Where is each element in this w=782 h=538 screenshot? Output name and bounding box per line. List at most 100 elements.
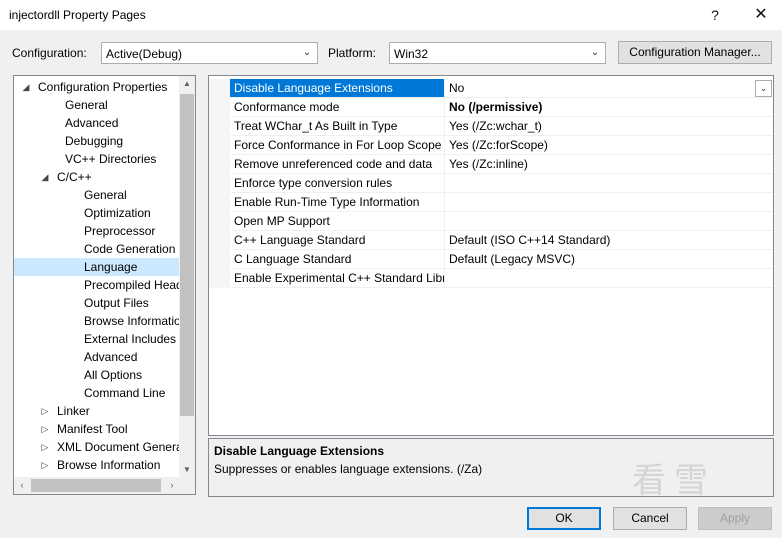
- row-gutter: [209, 231, 230, 250]
- property-value[interactable]: Yes (/Zc:forScope): [445, 136, 773, 155]
- tree-item[interactable]: General: [14, 96, 180, 114]
- tree-item-label: VC++ Directories: [65, 152, 157, 166]
- property-name[interactable]: Treat WChar_t As Built in Type: [230, 117, 445, 136]
- property-tree[interactable]: ◢ Configuration Properties General Advanced…: [13, 75, 196, 495]
- property-name[interactable]: Remove unreferenced code and data: [230, 155, 445, 174]
- apply-button[interactable]: Apply: [698, 507, 772, 530]
- title-bar: injectordll Property Pages ? ✕: [0, 0, 782, 30]
- property-value[interactable]: No: [445, 79, 773, 98]
- scroll-right-icon[interactable]: ›: [164, 477, 180, 494]
- property-row[interactable]: C Language Standard Default (Legacy MSVC): [209, 250, 773, 269]
- tree-item[interactable]: VC++ Directories: [14, 150, 180, 168]
- property-value[interactable]: [445, 193, 773, 212]
- property-value[interactable]: [445, 212, 773, 231]
- description-text: Suppresses or enables language extension…: [214, 462, 483, 476]
- tree-item[interactable]: Preprocessor: [14, 222, 180, 240]
- property-value[interactable]: Default (ISO C++14 Standard): [445, 231, 773, 250]
- property-name[interactable]: C Language Standard: [230, 250, 445, 269]
- scroll-left-icon[interactable]: ‹: [14, 477, 30, 494]
- tree-item[interactable]: ▷ Linker: [14, 402, 180, 420]
- row-gutter: [209, 98, 230, 117]
- tree-item[interactable]: External Includes: [14, 330, 180, 348]
- tree-item-label: Command Line: [84, 386, 166, 400]
- scroll-down-icon[interactable]: ▼: [179, 462, 195, 478]
- tree-item-label: Preprocessor: [84, 224, 156, 238]
- property-row[interactable]: Enable Experimental C++ Standard Libra: [209, 269, 773, 288]
- tree-item[interactable]: ▷ Manifest Tool: [14, 420, 180, 438]
- property-value[interactable]: Yes (/Zc:wchar_t): [445, 117, 773, 136]
- tree-item[interactable]: Advanced: [14, 114, 180, 132]
- tree-item[interactable]: All Options: [14, 366, 180, 384]
- close-icon[interactable]: ✕: [746, 3, 776, 27]
- help-icon[interactable]: ?: [700, 3, 730, 27]
- property-name[interactable]: Enforce type conversion rules: [230, 174, 445, 193]
- tree-item-label: General: [84, 188, 127, 202]
- platform-select[interactable]: Win32 ⌄: [389, 42, 606, 64]
- property-value[interactable]: [445, 174, 773, 193]
- tree-horizontal-scrollbar[interactable]: ‹ ›: [14, 477, 180, 494]
- property-name[interactable]: Enable Run-Time Type Information: [230, 193, 445, 212]
- chevron-down-icon[interactable]: ⌄: [755, 80, 772, 97]
- expanded-arrow-icon[interactable]: ◢: [20, 78, 32, 96]
- tree-item[interactable]: ▷ XML Document Genera: [14, 438, 183, 456]
- tree-item[interactable]: Command Line: [14, 384, 180, 402]
- property-row[interactable]: Disable Language Extensions No ⌄: [209, 79, 773, 98]
- tree-item[interactable]: Debugging: [14, 132, 180, 150]
- scroll-up-icon[interactable]: ▲: [179, 76, 195, 92]
- collapsed-arrow-icon[interactable]: ▷: [39, 438, 51, 456]
- tree-item[interactable]: Language: [14, 258, 180, 276]
- row-gutter: [209, 155, 230, 174]
- property-row[interactable]: Treat WChar_t As Built in Type Yes (/Zc:w…: [209, 117, 773, 136]
- property-value[interactable]: Yes (/Zc:inline): [445, 155, 773, 174]
- property-value[interactable]: [445, 269, 773, 288]
- tree-item-label: Advanced: [65, 116, 119, 130]
- tree-item[interactable]: Code Generation: [14, 240, 180, 258]
- configuration-select[interactable]: Active(Debug) ⌄: [101, 42, 318, 64]
- expanded-arrow-icon[interactable]: ◢: [39, 168, 51, 186]
- scroll-thumb[interactable]: [31, 479, 161, 492]
- ok-button[interactable]: OK: [527, 507, 601, 530]
- tree-item[interactable]: Optimization: [14, 204, 180, 222]
- tree-item[interactable]: Browse Information: [14, 312, 187, 330]
- collapsed-arrow-icon[interactable]: ▷: [39, 402, 51, 420]
- configuration-label: Configuration:: [12, 46, 87, 60]
- property-name[interactable]: Disable Language Extensions: [230, 79, 445, 98]
- tree-item[interactable]: General: [14, 186, 180, 204]
- configuration-manager-button[interactable]: Configuration Manager...: [618, 41, 772, 64]
- tree-item[interactable]: Precompiled Heade: [14, 276, 189, 294]
- property-value[interactable]: Default (Legacy MSVC): [445, 250, 773, 269]
- property-row[interactable]: Remove unreferenced code and data Yes (/Z…: [209, 155, 773, 174]
- tree-item[interactable]: ◢ C/C++: [14, 168, 180, 186]
- property-row[interactable]: Open MP Support: [209, 212, 773, 231]
- property-row[interactable]: Enable Run-Time Type Information: [209, 193, 773, 212]
- configuration-value: Active(Debug): [106, 47, 183, 61]
- scroll-corner: [179, 477, 195, 494]
- collapsed-arrow-icon[interactable]: ▷: [39, 456, 51, 474]
- property-name[interactable]: Enable Experimental C++ Standard Libra: [230, 269, 445, 288]
- tree-item-label: Precompiled Heade: [84, 278, 190, 292]
- property-name[interactable]: Force Conformance in For Loop Scope: [230, 136, 445, 155]
- tree-item-label: General: [65, 98, 108, 112]
- scroll-thumb[interactable]: [180, 94, 194, 416]
- property-row[interactable]: Enforce type conversion rules: [209, 174, 773, 193]
- tree-vertical-scrollbar[interactable]: ▲ ▼: [179, 76, 195, 478]
- property-name[interactable]: C++ Language Standard: [230, 231, 445, 250]
- cancel-button[interactable]: Cancel: [613, 507, 687, 530]
- row-gutter: [209, 79, 230, 98]
- tree-item[interactable]: ▷ Browse Information: [14, 456, 180, 474]
- tree-item-label: XML Document Genera: [57, 440, 183, 454]
- property-value[interactable]: No (/permissive): [445, 98, 773, 117]
- property-row[interactable]: Conformance mode No (/permissive): [209, 98, 773, 117]
- row-gutter: [209, 117, 230, 136]
- property-row[interactable]: Force Conformance in For Loop Scope Yes (…: [209, 136, 773, 155]
- tree-item[interactable]: Advanced: [14, 348, 180, 366]
- tree-item[interactable]: ◢ Configuration Properties: [14, 78, 180, 96]
- property-row[interactable]: C++ Language Standard Default (ISO C++14 …: [209, 231, 773, 250]
- property-name[interactable]: Open MP Support: [230, 212, 445, 231]
- tree-item-label: Browse Information: [84, 314, 188, 328]
- collapsed-arrow-icon[interactable]: ▷: [39, 420, 51, 438]
- tree-item[interactable]: Output Files: [14, 294, 180, 312]
- property-grid[interactable]: Disable Language Extensions No ⌄ Conformanc…: [208, 75, 774, 436]
- tree-item-label: Configuration Properties: [38, 80, 168, 94]
- property-name[interactable]: Conformance mode: [230, 98, 445, 117]
